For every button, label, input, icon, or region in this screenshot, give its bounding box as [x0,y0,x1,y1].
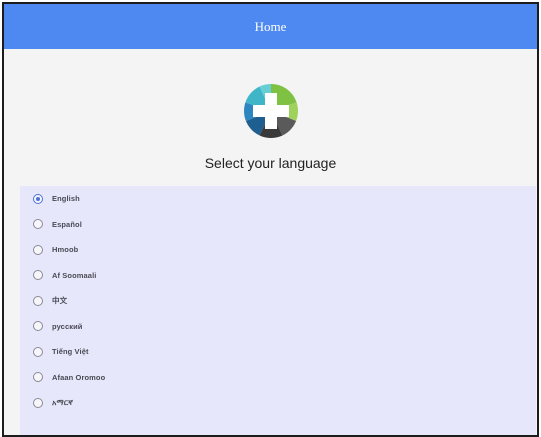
language-option-chinese[interactable]: 中文 [20,288,536,314]
radio-icon[interactable] [33,397,43,408]
radio-icon[interactable] [33,321,43,332]
select-language-prompt: Select your language [204,155,337,171]
language-option-vietnamese[interactable]: Tiếng Việt [20,339,536,365]
language-option-english[interactable]: English [20,186,536,212]
language-option-oromo[interactable]: Afaan Oromoo [20,365,536,391]
radio-selected-icon[interactable] [33,193,43,204]
language-label: Hmoob [52,245,79,255]
language-label: русский [52,321,83,331]
radio-icon[interactable] [33,270,43,281]
header-title: Home [254,18,287,34]
language-label: English [52,194,80,204]
cross-logo-icon [243,84,298,138]
language-option-amharic[interactable]: አማርኛ [20,390,536,416]
radio-icon[interactable] [33,346,43,357]
language-label: Tiếng Việt [52,347,89,357]
header-bar: Home [4,4,537,49]
language-option-espanol[interactable]: Español [20,212,536,238]
app-frame: Home Select your language English Españo… [2,2,539,437]
language-option-russian[interactable]: русский [20,314,536,340]
language-option-hmoob[interactable]: Hmoob [20,237,536,263]
radio-icon[interactable] [33,244,43,255]
logo-container [4,81,537,141]
language-label: አማርኛ [52,397,73,407]
language-label: Afaan Oromoo [52,372,106,382]
language-label: Af Soomaali [52,270,97,280]
radio-icon[interactable] [33,295,43,306]
radio-icon[interactable] [33,219,43,230]
language-label: 中文 [52,296,68,306]
radio-icon[interactable] [33,372,43,383]
language-list: English Español Hmoob Af Soomaali 中文 рус… [20,186,536,435]
language-label: Español [52,219,82,229]
language-option-somali[interactable]: Af Soomaali [20,263,536,289]
